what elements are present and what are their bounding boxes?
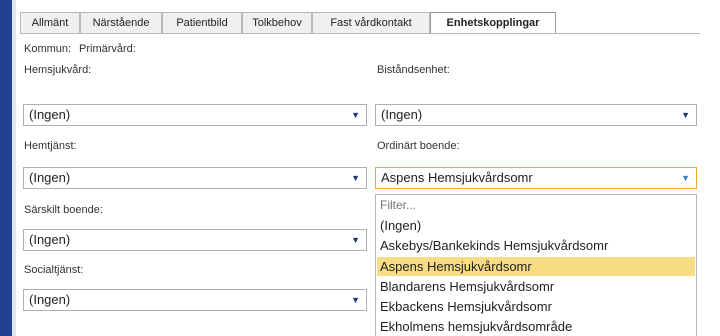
hemsjukvard-value: (Ingen)	[29, 107, 71, 122]
socialtjanst-label: Socialtjänst:	[24, 264, 84, 276]
tab-narstaende[interactable]: Närstående	[80, 12, 162, 33]
dropdown-option[interactable]: (Ingen)	[377, 216, 695, 235]
hemtjanst-value: (Ingen)	[29, 170, 71, 185]
tab-fast-vardkontakt[interactable]: Fast vårdkontakt	[312, 12, 430, 33]
bistandsenhet-select[interactable]: (Ingen) ▼	[375, 104, 697, 126]
socialtjanst-select[interactable]: (Ingen) ▼	[23, 289, 367, 311]
ordinart-boende-label: Ordinärt boende:	[377, 140, 460, 152]
left-accent-strip	[12, 0, 16, 336]
ordinart-boende-value: Aspens Hemsjukvårdsomr	[381, 170, 533, 185]
tab-allmant[interactable]: Allmänt	[20, 12, 80, 33]
triangle-down-icon: ▼	[351, 235, 360, 245]
hemtjanst-select[interactable]: (Ingen) ▼	[23, 167, 367, 189]
left-accent-bar	[0, 0, 12, 336]
triangle-down-icon: ▼	[351, 110, 360, 120]
dropdown-option[interactable]: Blandarens Hemsjukvårdsomr	[377, 277, 695, 296]
sarskilt-boende-select[interactable]: (Ingen) ▼	[23, 229, 367, 251]
hemsjukvard-select[interactable]: (Ingen) ▼	[23, 104, 367, 126]
triangle-down-icon: ▼	[681, 173, 690, 183]
kommun-label: Kommun:	[24, 43, 72, 55]
socialtjanst-value: (Ingen)	[29, 292, 71, 307]
bistandsenhet-value: (Ingen)	[381, 107, 423, 122]
triangle-down-icon: ▼	[351, 173, 360, 183]
tab-divider	[20, 33, 700, 34]
tab-enhetskopplingar[interactable]: Enhetskopplingar	[430, 12, 556, 34]
bistandsenhet-label: Biståndsenhet:	[377, 64, 450, 76]
dropdown-filter-input[interactable]	[378, 197, 692, 214]
dropdown-option-selected[interactable]: Aspens Hemsjukvårdsomr	[377, 257, 695, 276]
dropdown-option[interactable]: Ekholmens hemsjukvårdsområde	[377, 317, 695, 336]
dropdown-option[interactable]: Ekbackens Hemsjukvårdsomr	[377, 297, 695, 316]
hemsjukvard-label: Hemsjukvård:	[24, 64, 92, 76]
tab-tolkbehov[interactable]: Tolkbehov	[242, 12, 312, 33]
sarskilt-boende-value: (Ingen)	[29, 232, 71, 247]
sarskilt-boende-label: Särskilt boende:	[24, 204, 103, 216]
dropdown-option[interactable]: Askebys/Bankekinds Hemsjukvårdsomr	[377, 236, 695, 255]
tab-patientbild[interactable]: Patientbild	[162, 12, 242, 33]
hemtjanst-label: Hemtjänst:	[24, 140, 77, 152]
kommun-value: Primärvård:	[79, 43, 136, 55]
ordinart-boende-dropdown-list: (Ingen) Askebys/Bankekinds Hemsjukvårdso…	[375, 194, 697, 336]
ordinart-boende-select[interactable]: Aspens Hemsjukvårdsomr ▼	[375, 167, 697, 189]
triangle-down-icon: ▼	[351, 295, 360, 305]
triangle-down-icon: ▼	[681, 110, 690, 120]
